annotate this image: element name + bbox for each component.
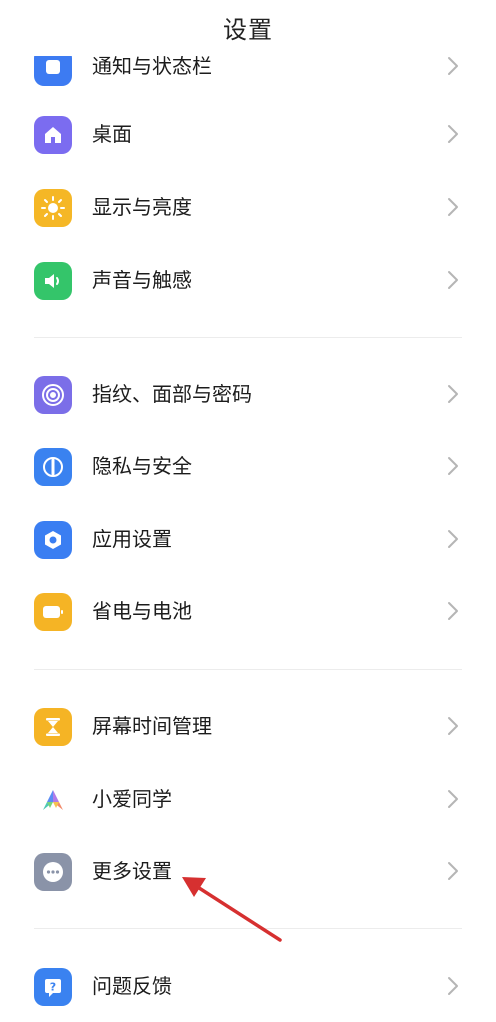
chevron-right-icon — [448, 530, 458, 548]
settings-item-sound[interactable]: 声音与触感 — [0, 244, 496, 316]
chevron-right-icon — [448, 271, 458, 289]
fingerprint-icon — [34, 376, 72, 414]
chevron-right-icon — [448, 198, 458, 216]
feedback-icon: ? — [34, 968, 72, 1006]
section-divider — [34, 928, 462, 929]
section-divider — [34, 337, 462, 338]
chevron-right-icon — [448, 977, 458, 995]
shield-icon — [34, 448, 72, 486]
battery-icon — [34, 593, 72, 631]
sun-icon — [34, 189, 72, 227]
settings-item-xiaoai[interactable]: 小爱同学 — [0, 763, 496, 835]
xiaoai-icon — [34, 781, 72, 819]
settings-item-privacy[interactable]: 隐私与安全 — [0, 430, 496, 502]
settings-item-battery[interactable]: 省电与电池 — [0, 575, 496, 647]
settings-item-label: 问题反馈 — [92, 974, 172, 998]
settings-item-fingerprint[interactable]: 指纹、面部与密码 — [0, 358, 496, 430]
settings-item-label: 隐私与安全 — [92, 454, 192, 478]
settings-item-label: 应用设置 — [92, 527, 172, 551]
home-icon — [34, 116, 72, 154]
hourglass-icon — [34, 708, 72, 746]
chevron-right-icon — [448, 717, 458, 735]
settings-item-apps[interactable]: 应用设置 — [0, 503, 496, 575]
settings-item-feedback[interactable]: ? 问题反馈 — [0, 950, 496, 1022]
page-title: 设置 — [223, 16, 273, 44]
svg-text:?: ? — [50, 981, 56, 994]
chevron-right-icon — [448, 457, 458, 475]
section-divider — [34, 669, 462, 670]
chevron-right-icon — [448, 385, 458, 403]
chevron-right-icon — [448, 57, 458, 75]
settings-item-label: 通知与状态栏 — [92, 54, 212, 78]
settings-item-more[interactable]: 更多设置 — [0, 835, 496, 907]
speaker-icon — [34, 262, 72, 300]
settings-item-label: 指纹、面部与密码 — [92, 382, 252, 406]
page-header: 设置 — [0, 0, 496, 56]
app-settings-icon — [34, 521, 72, 559]
settings-item-desktop[interactable]: 桌面 — [0, 98, 496, 170]
chevron-right-icon — [448, 125, 458, 143]
settings-item-label: 桌面 — [92, 122, 132, 146]
settings-item-display[interactable]: 显示与亮度 — [0, 171, 496, 243]
settings-item-label: 声音与触感 — [92, 268, 192, 292]
chevron-right-icon — [448, 602, 458, 620]
more-icon — [34, 853, 72, 891]
settings-item-label: 屏幕时间管理 — [92, 714, 212, 738]
chevron-right-icon — [448, 790, 458, 808]
chevron-right-icon — [448, 862, 458, 880]
settings-item-label: 省电与电池 — [92, 599, 192, 623]
settings-item-label: 显示与亮度 — [92, 195, 192, 219]
settings-list: 通知与状态栏 桌面 显示与亮度 声音与触感 指纹、面部与密码 隐私与安全 应用设… — [0, 0, 496, 1008]
settings-item-label: 小爱同学 — [92, 787, 172, 811]
settings-item-screen-time[interactable]: 屏幕时间管理 — [0, 690, 496, 762]
settings-item-label: 更多设置 — [92, 859, 172, 883]
